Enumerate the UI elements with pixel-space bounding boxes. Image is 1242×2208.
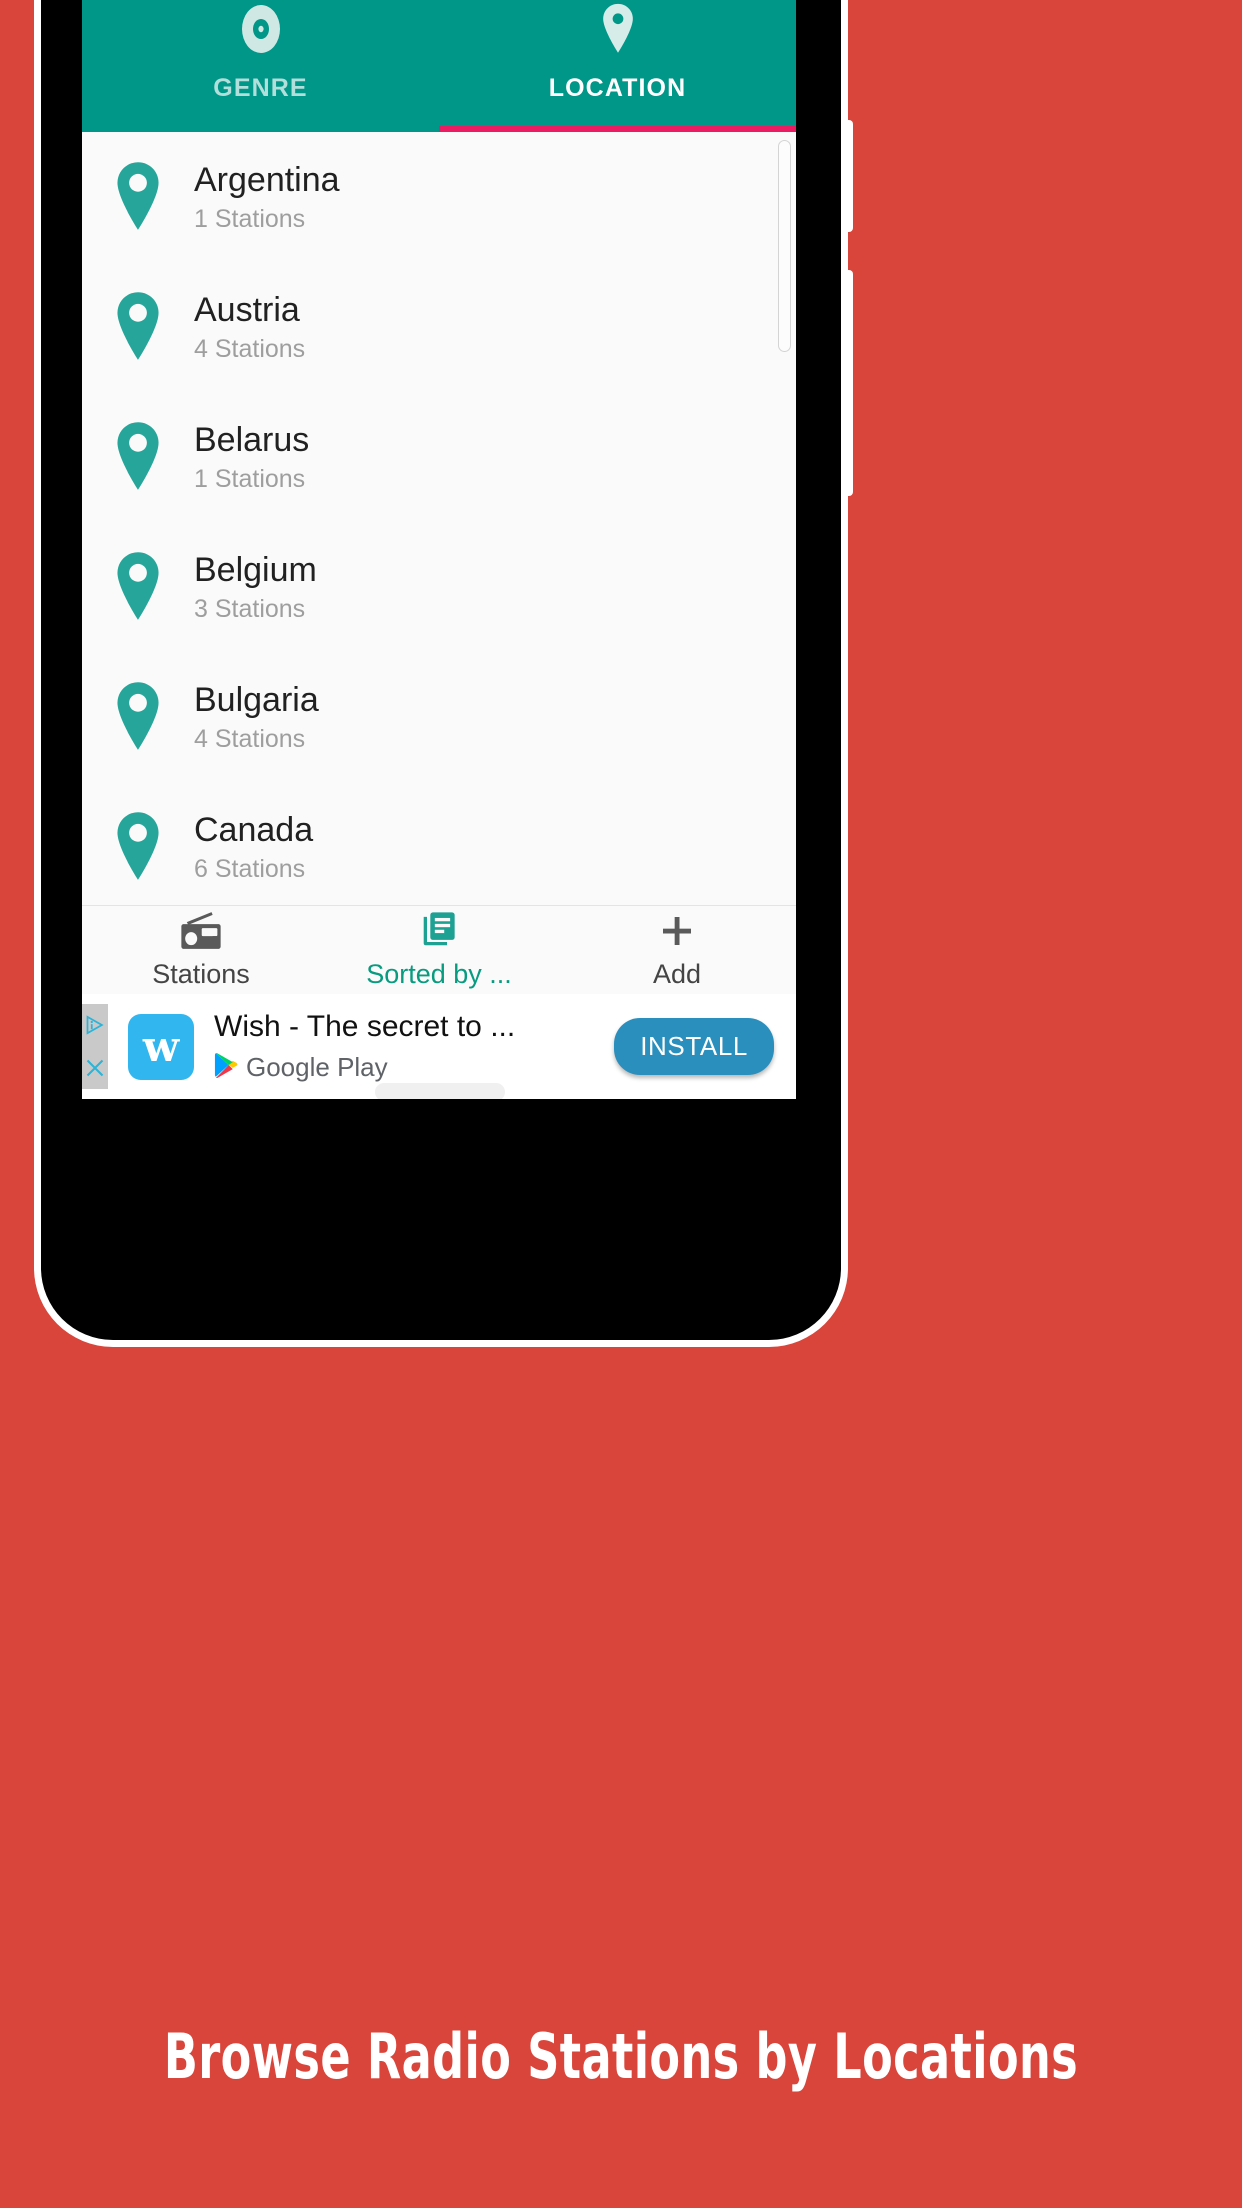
tab-row: GENRE LOCATION (82, 0, 796, 132)
list-item-title: Argentina (194, 160, 340, 199)
location-pin-icon (82, 811, 194, 883)
list-item-title: Belarus (194, 420, 310, 459)
location-pin-icon (82, 421, 194, 493)
nav-item-add[interactable]: Add (558, 906, 796, 994)
location-pin-icon (599, 2, 637, 56)
ad-store-name: Play (329, 1052, 388, 1082)
list-item[interactable]: Bulgaria 4 Stations (82, 652, 796, 782)
list-item-text: Austria 4 Stations (194, 291, 305, 364)
disc-icon (240, 2, 282, 56)
ad-controls (82, 1004, 108, 1089)
ad-store-label: Google Play (246, 1052, 388, 1083)
ad-banner[interactable]: w Wish - The secret to ... Google Play I… (82, 994, 796, 1099)
phone-screen: Sorted by ... GENRE (82, 0, 796, 1099)
list-item-subtitle: 1 Stations (194, 204, 306, 233)
nav-item-stations[interactable]: Stations (82, 906, 320, 994)
tab-genre[interactable]: GENRE (82, 0, 439, 132)
phone-frame: Sorted by ... GENRE (41, 0, 853, 1340)
list-item[interactable]: Canada 6 Stations (82, 782, 796, 906)
location-pin-icon (82, 681, 194, 753)
list-item-subtitle: 4 Stations (194, 724, 306, 753)
ad-store-row: Google Play (214, 1052, 614, 1083)
nav-item-sorted-by[interactable]: Sorted by ... (320, 906, 558, 994)
list-item-text: Canada 6 Stations (194, 811, 313, 884)
home-indicator (375, 1083, 505, 1099)
plus-icon (657, 910, 697, 952)
ad-store-brand: Google (246, 1052, 330, 1082)
radio-icon (179, 910, 223, 952)
list-item-text: Argentina 1 Stations (194, 161, 340, 234)
volume-up-button[interactable] (841, 120, 853, 232)
app-bar: Sorted by ... GENRE (82, 0, 796, 132)
scrollbar-thumb[interactable] (778, 140, 791, 352)
ad-title: Wish - The secret to ... (214, 1010, 516, 1043)
bottom-nav: Stations Sorted by ... Add (82, 905, 796, 994)
list-item[interactable]: Belarus 1 Stations (82, 392, 796, 522)
tab-genre-label: GENRE (213, 74, 308, 102)
promo-caption: Browse Radio Stations by Locations (163, 2020, 1079, 2093)
list-item-subtitle: 4 Stations (194, 334, 306, 363)
list-item-text: Belgium 3 Stations (194, 551, 317, 624)
ad-body: Wish - The secret to ... Google Play (214, 1010, 614, 1083)
location-pin-icon (82, 161, 194, 233)
ad-info-icon[interactable] (82, 1004, 108, 1047)
list-item-subtitle: 1 Stations (194, 464, 306, 493)
location-pin-icon (82, 551, 194, 623)
google-play-icon (214, 1052, 238, 1083)
nav-item-add-label: Add (652, 959, 702, 989)
list-item-title: Belgium (194, 550, 317, 589)
list-item[interactable]: Austria 4 Stations (82, 262, 796, 392)
list-item-text: Bulgaria 4 Stations (194, 681, 319, 754)
list-item-subtitle: 6 Stations (194, 854, 306, 883)
nav-item-stations-label: Stations (152, 959, 250, 989)
list-item-title: Bulgaria (194, 680, 319, 719)
list-item-title: Canada (194, 810, 314, 849)
list-item-title: Austria (194, 290, 300, 329)
nav-item-sorted-by-label: Sorted by ... (366, 959, 512, 989)
list-item-text: Belarus 1 Stations (194, 421, 309, 494)
ad-app-icon: w (128, 1013, 194, 1080)
tab-location[interactable]: LOCATION (439, 0, 796, 132)
volume-down-button[interactable] (841, 270, 853, 496)
tab-location-label: LOCATION (548, 74, 687, 102)
location-pin-icon (82, 291, 194, 363)
list-item[interactable]: Belgium 3 Stations (82, 522, 796, 652)
list-doc-icon (418, 910, 460, 952)
ad-install-button[interactable]: INSTALL (614, 1018, 774, 1075)
list-item[interactable]: Argentina 1 Stations (82, 132, 796, 262)
ad-close-icon[interactable] (82, 1047, 108, 1090)
list-item-subtitle: 3 Stations (194, 594, 306, 623)
location-list[interactable]: Argentina 1 Stations Austria 4 Stations (82, 132, 796, 906)
